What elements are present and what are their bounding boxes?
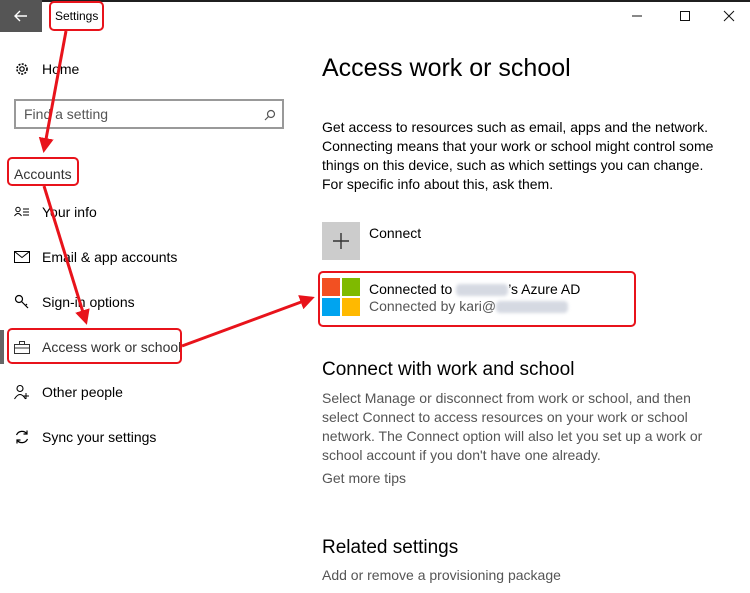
arrow-accounts-to-access — [42, 185, 90, 325]
annotation-arrows — [38, 30, 315, 348]
arrow-settings-to-accounts — [38, 30, 68, 153]
arrow-access-to-account — [181, 295, 315, 348]
